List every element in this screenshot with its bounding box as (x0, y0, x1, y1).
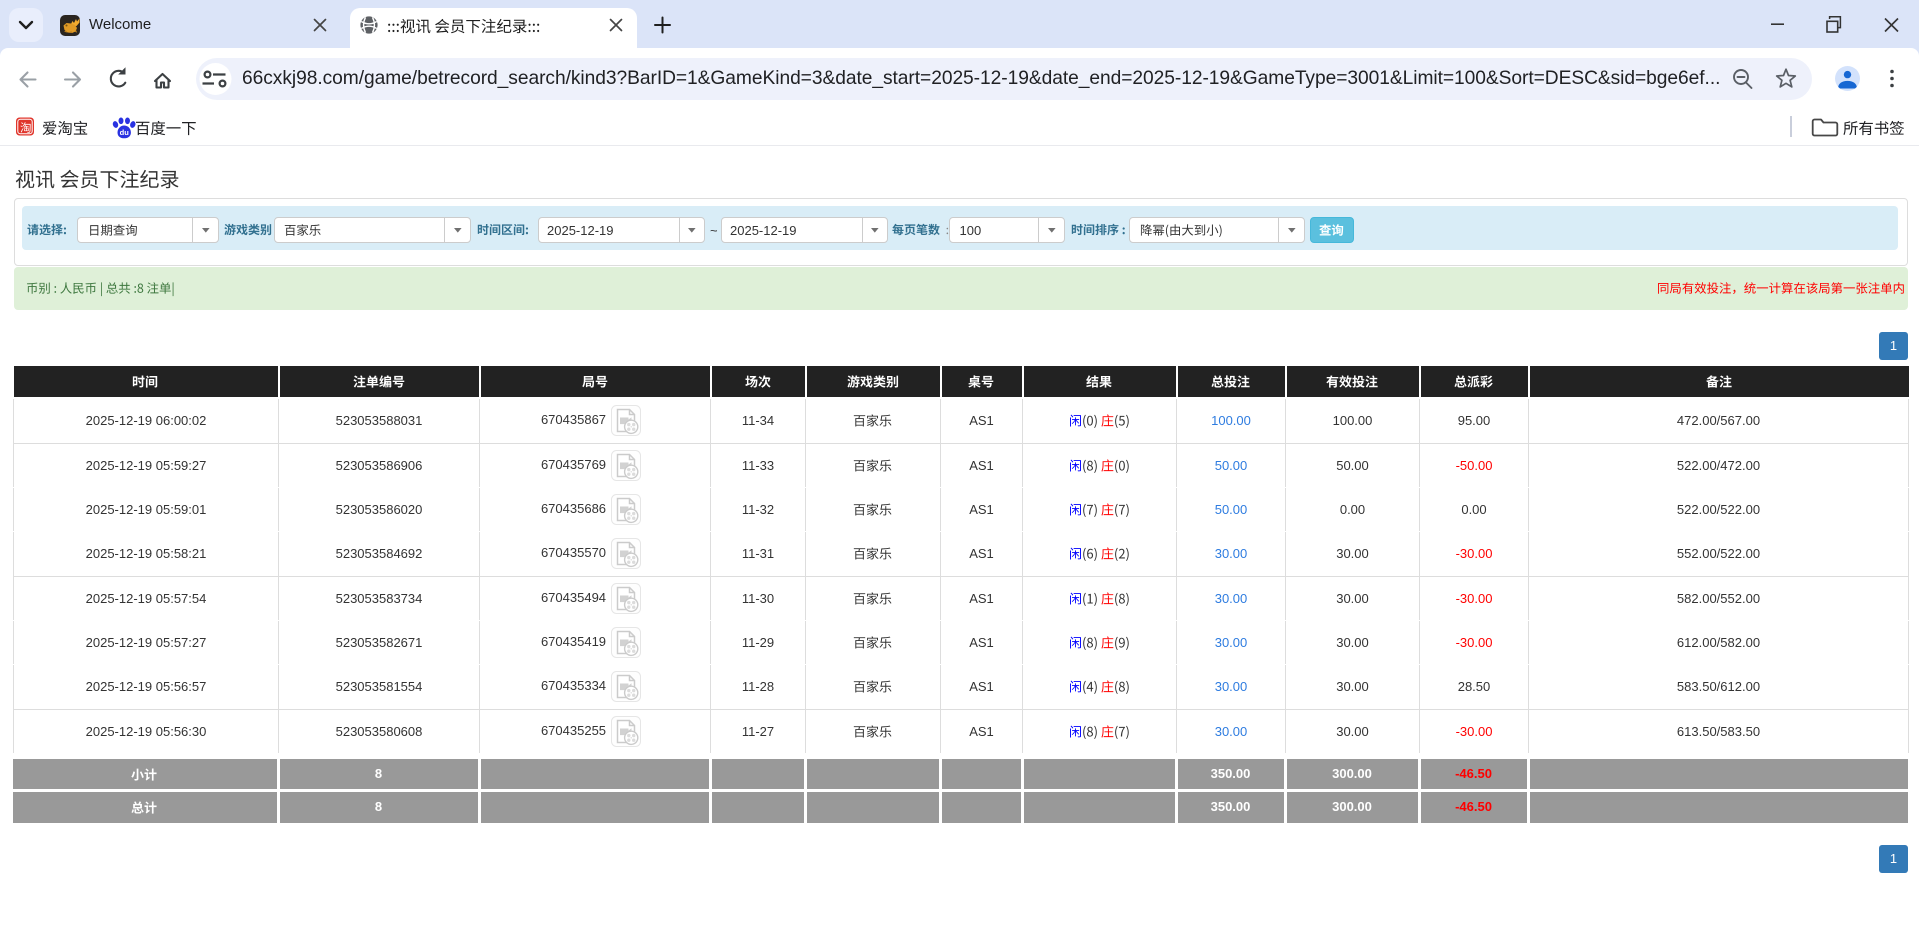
svg-text:du: du (120, 128, 130, 137)
